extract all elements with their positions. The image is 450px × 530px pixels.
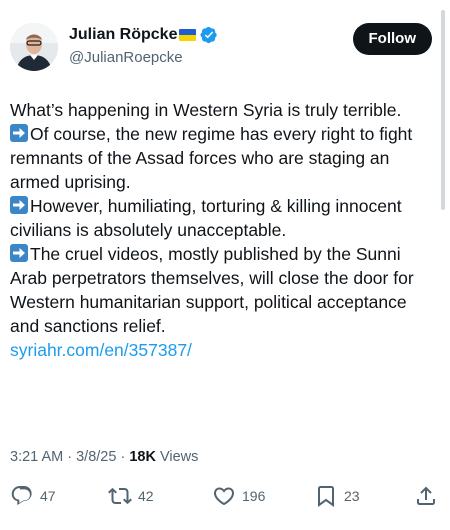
action-bar: 47 42 196 23 — [0, 484, 450, 510]
right-arrow-emoji-icon — [10, 124, 28, 142]
tweet-header: Julian Röpcke @JulianRoepcke Follow — [10, 20, 432, 76]
repost-icon — [108, 487, 132, 505]
tweet-line: Of course, the new regime has every righ… — [10, 122, 435, 194]
reply-count: 47 — [40, 488, 56, 504]
share-icon — [417, 486, 435, 505]
ukraine-flag-icon — [179, 29, 197, 41]
bookmark-icon — [318, 486, 334, 507]
like-count: 196 — [242, 488, 266, 504]
author-name[interactable]: Julian Röpcke — [69, 26, 177, 44]
tweet-link-line: syriahr.com/en/357387/ — [10, 338, 435, 362]
like-button[interactable]: 196 — [212, 484, 265, 508]
author-handle[interactable]: @JulianRoepcke — [69, 49, 183, 66]
tweet-meta: 3:21 AM · 3/8/25 · 18K Views — [10, 449, 198, 465]
reply-icon — [11, 486, 32, 506]
tweet-line: The cruel videos, mostly published by th… — [10, 242, 435, 338]
views-label: Views — [159, 449, 199, 465]
bookmark-count: 23 — [344, 488, 360, 504]
share-button[interactable] — [414, 484, 438, 508]
tweet-link[interactable]: syriahr.com/en/357387/ — [10, 340, 192, 360]
reply-button[interactable]: 47 — [10, 484, 56, 508]
tweet-time[interactable]: 3:21 AM — [10, 449, 63, 465]
tweet-line-text: The cruel videos, mostly published by th… — [10, 244, 414, 336]
bookmark-button[interactable]: 23 — [314, 484, 360, 508]
right-arrow-emoji-icon — [10, 196, 28, 214]
meta-separator: · — [120, 449, 126, 465]
tweet-text: What’s happening in Western Syria is tru… — [10, 98, 435, 362]
right-arrow-emoji-icon — [10, 244, 28, 262]
verified-badge-icon[interactable] — [200, 26, 218, 44]
avatar[interactable] — [10, 23, 58, 71]
author-name-row: Julian Röpcke — [69, 26, 218, 44]
tweet-line-text: However, humiliating, torturing & killin… — [10, 196, 402, 240]
repost-button[interactable]: 42 — [108, 484, 154, 508]
views-count: 18K — [129, 449, 156, 465]
scrollbar[interactable] — [441, 10, 445, 210]
repost-count: 42 — [138, 488, 154, 504]
tweet-line: However, humiliating, torturing & killin… — [10, 194, 435, 242]
meta-separator: · — [67, 449, 73, 465]
tweet-line: What’s happening in Western Syria is tru… — [10, 100, 402, 120]
follow-button[interactable]: Follow — [352, 23, 432, 55]
tweet-date[interactable]: 3/8/25 — [76, 449, 116, 465]
like-icon — [213, 487, 235, 506]
tweet-line-text: Of course, the new regime has every righ… — [10, 124, 413, 192]
